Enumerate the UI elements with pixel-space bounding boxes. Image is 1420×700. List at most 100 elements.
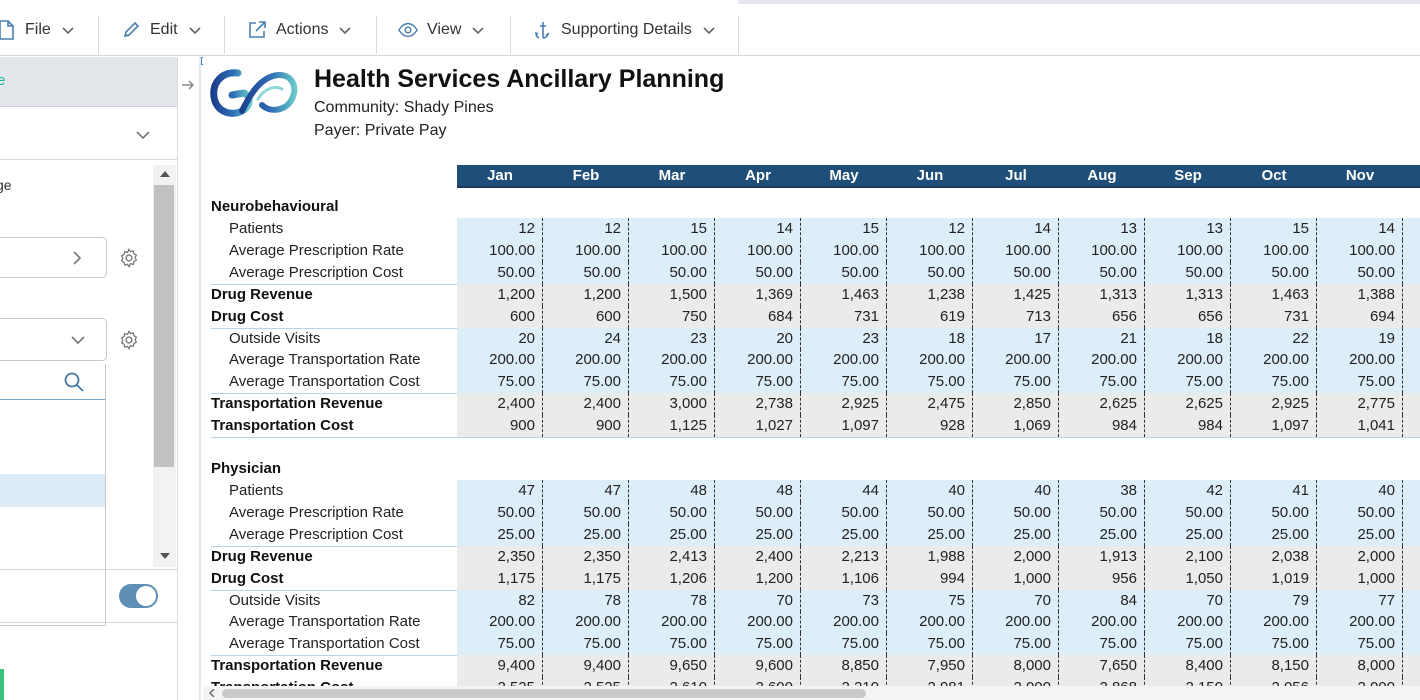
table-cell[interactable]: 50.00: [1231, 261, 1317, 284]
table-cell[interactable]: 50.00: [887, 261, 973, 284]
table-cell[interactable]: 1,463: [801, 283, 887, 306]
table-cell[interactable]: 100.00: [715, 239, 801, 262]
table-cell[interactable]: 75.00: [1059, 371, 1145, 394]
table-cell[interactable]: 200.00: [629, 349, 715, 372]
table-cell[interactable]: 8,000: [973, 655, 1059, 678]
search-input[interactable]: [0, 364, 105, 400]
list-item-selected[interactable]: [0, 474, 105, 507]
table-cell[interactable]: 15: [801, 218, 887, 240]
scrollbar-thumb[interactable]: [222, 689, 866, 698]
table-cell[interactable]: 928: [887, 415, 973, 438]
table-cell[interactable]: 2,213: [801, 545, 887, 568]
table-cell[interactable]: 200.00: [1317, 349, 1403, 372]
table-cell[interactable]: 25.00: [543, 523, 629, 546]
table-cell[interactable]: 25.00: [1059, 523, 1145, 546]
table-cell[interactable]: 73: [801, 589, 887, 612]
table-cell[interactable]: 47: [543, 480, 629, 502]
table-cell[interactable]: 25.00: [457, 523, 543, 546]
table-cell[interactable]: 22: [1231, 327, 1317, 350]
table-cell[interactable]: 731: [1231, 305, 1317, 328]
table-cell[interactable]: 25.00: [973, 523, 1059, 546]
table-cell[interactable]: 40: [1317, 480, 1403, 502]
table-cell[interactable]: 2,000: [973, 545, 1059, 568]
table-cell[interactable]: 100.00: [629, 239, 715, 262]
table-cell[interactable]: 17: [973, 327, 1059, 350]
table-cell[interactable]: 100.00: [1231, 239, 1317, 262]
table-cell[interactable]: 75.00: [801, 633, 887, 656]
table-cell[interactable]: 200.00: [887, 611, 973, 634]
table-cell[interactable]: 50.00: [1059, 261, 1145, 284]
horizontal-scrollbar[interactable]: [203, 686, 1420, 700]
table-cell[interactable]: 75.00: [1231, 633, 1317, 656]
table-cell[interactable]: 8,150: [1231, 655, 1317, 678]
table-cell[interactable]: 84: [1059, 589, 1145, 612]
edit-menu[interactable]: Edit: [121, 4, 202, 55]
table-cell[interactable]: 2,100: [1145, 545, 1231, 568]
table-cell[interactable]: 50.00: [1231, 501, 1317, 524]
table-cell[interactable]: 1,125: [629, 415, 715, 438]
table-cell[interactable]: 600: [543, 305, 629, 328]
table-cell[interactable]: 1,988: [887, 545, 973, 568]
table-cell[interactable]: 75.00: [973, 633, 1059, 656]
table-cell[interactable]: 48: [629, 480, 715, 502]
table-cell[interactable]: 40: [887, 480, 973, 502]
left-panel-header[interactable]: e: [0, 57, 177, 107]
table-cell[interactable]: 1,069: [973, 415, 1059, 438]
table-cell[interactable]: 15: [629, 218, 715, 240]
table-cell[interactable]: 100.00: [887, 239, 973, 262]
table-cell[interactable]: 9,650: [629, 655, 715, 678]
table-cell[interactable]: 20: [715, 327, 801, 350]
table-cell[interactable]: 9,400: [457, 655, 543, 678]
table-cell[interactable]: 70: [1145, 589, 1231, 612]
table-cell[interactable]: 200.00: [457, 611, 543, 634]
table-cell[interactable]: 656: [1059, 305, 1145, 328]
panel-splitter[interactable]: [199, 57, 201, 700]
table-cell[interactable]: 2,850: [973, 393, 1059, 416]
table-cell[interactable]: 7,950: [887, 655, 973, 678]
table-cell[interactable]: 40: [973, 480, 1059, 502]
table-cell[interactable]: 750: [629, 305, 715, 328]
table-cell[interactable]: 1,388: [1317, 283, 1403, 306]
table-cell[interactable]: 23: [629, 327, 715, 350]
table-cell[interactable]: 75.00: [887, 371, 973, 394]
table-cell[interactable]: 50.00: [1059, 501, 1145, 524]
actions-menu[interactable]: Actions: [247, 4, 352, 55]
table-cell[interactable]: 75.00: [1317, 633, 1403, 656]
table-cell[interactable]: 1,175: [543, 567, 629, 590]
table-cell[interactable]: 50.00: [457, 261, 543, 284]
table-cell[interactable]: 75.00: [1145, 371, 1231, 394]
table-cell[interactable]: 20: [457, 327, 543, 350]
table-cell[interactable]: 713: [973, 305, 1059, 328]
table-cell[interactable]: 78: [543, 589, 629, 612]
arrow-right-icon[interactable]: [180, 77, 196, 93]
table-cell[interactable]: 50.00: [1145, 501, 1231, 524]
dropdown-select[interactable]: [0, 318, 107, 361]
table-cell[interactable]: 50.00: [629, 501, 715, 524]
table-cell[interactable]: 956: [1059, 567, 1145, 590]
table-cell[interactable]: 38: [1059, 480, 1145, 502]
table-cell[interactable]: 12: [887, 218, 973, 240]
search-icon[interactable]: [63, 371, 85, 393]
table-cell[interactable]: 19: [1317, 327, 1403, 350]
table-cell[interactable]: 1,000: [1317, 567, 1403, 590]
file-menu[interactable]: File: [0, 4, 75, 55]
gear-icon[interactable]: [118, 247, 140, 269]
table-cell[interactable]: 13: [1145, 218, 1231, 240]
table-cell[interactable]: 21: [1059, 327, 1145, 350]
table-cell[interactable]: 656: [1145, 305, 1231, 328]
table-cell[interactable]: 200.00: [973, 611, 1059, 634]
table-cell[interactable]: 100.00: [1059, 239, 1145, 262]
table-cell[interactable]: 75.00: [457, 633, 543, 656]
table-cell[interactable]: 1,500: [629, 283, 715, 306]
table-cell[interactable]: 900: [543, 415, 629, 438]
table-cell[interactable]: 75.00: [887, 633, 973, 656]
table-cell[interactable]: 50.00: [629, 261, 715, 284]
table-cell[interactable]: 75.00: [629, 633, 715, 656]
table-cell[interactable]: 70: [973, 589, 1059, 612]
table-cell[interactable]: 8,000: [1317, 655, 1403, 678]
table-cell[interactable]: 75.00: [629, 371, 715, 394]
table-cell[interactable]: 100.00: [801, 239, 887, 262]
table-cell[interactable]: 50.00: [801, 261, 887, 284]
table-cell[interactable]: 984: [1145, 415, 1231, 438]
table-cell[interactable]: 75.00: [1145, 633, 1231, 656]
